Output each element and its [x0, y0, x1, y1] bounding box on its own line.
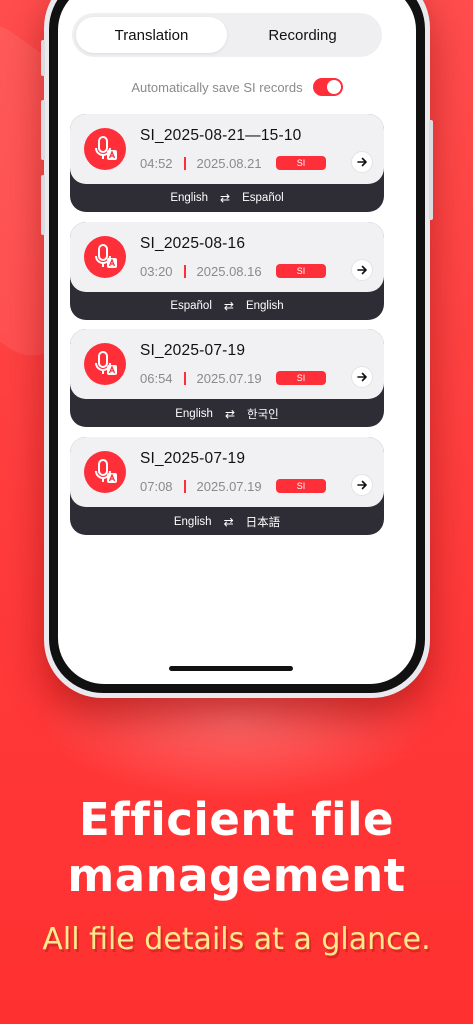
record-duration: 06:54 [140, 371, 173, 386]
record-date: 2025.07.19 [196, 478, 262, 494]
meta-separator [183, 479, 186, 493]
mic-translate-icon [84, 450, 126, 493]
target-language: 日本語 [245, 516, 281, 529]
record-meta: 07:08 2025.07.19 [140, 479, 262, 494]
record-card[interactable]: SI_2025-07-19 06:54 2025.07.19 SI Englis… [70, 329, 384, 427]
record-card[interactable]: SI_2025-07-19 07:08 2025.07.19 SI Englis… [70, 436, 384, 535]
source-language: English [170, 192, 209, 204]
language-pair: Español ⇄ English [70, 299, 384, 313]
mic-translate-icon [84, 235, 126, 278]
side-button [429, 120, 433, 220]
autosave-label: Automatically save SI records [131, 79, 303, 95]
si-badge: SI [276, 371, 326, 385]
record-title: SI_2025-08-16 [140, 234, 246, 252]
record-duration: 07:08 [140, 478, 173, 494]
headline-line-1: Efficient file [78, 793, 395, 846]
segmented-tabs: Translation Recording [72, 13, 382, 57]
record-title: SI_2025-07-19 [140, 449, 246, 467]
swap-arrows-icon: ⇄ [223, 514, 234, 529]
record-card-header: SI_2025-07-19 07:08 2025.07.19 SI [70, 436, 384, 507]
record-card-header: SI_2025-08-21—15-10 04:52 2025.08.21 SI [70, 114, 384, 184]
source-language: Español [170, 299, 212, 312]
arrow-right-icon[interactable] [351, 258, 373, 281]
record-meta: 04:52 2025.08.21 [140, 156, 262, 171]
record-list: SI_2025-08-21—15-10 04:52 2025.08.21 SI … [70, 114, 384, 544]
target-language: 한국인 [247, 409, 279, 421]
autosave-row: Automatically save SI records [58, 77, 416, 97]
autosave-toggle[interactable] [312, 78, 343, 96]
record-card[interactable]: SI_2025-08-21—15-10 04:52 2025.08.21 SI … [70, 114, 384, 212]
si-badge: SI [276, 478, 326, 493]
source-language: English [173, 515, 212, 528]
headline: Efficient file management [0, 792, 473, 904]
record-duration: 03:20 [140, 263, 173, 279]
source-language: English [175, 408, 213, 420]
record-title: SI_2025-08-21—15-10 [140, 127, 302, 144]
record-title: SI_2025-07-19 [140, 342, 246, 359]
si-badge: SI [276, 263, 326, 278]
tab-translation[interactable]: Translation [76, 17, 227, 53]
swap-arrows-icon: ⇄ [220, 191, 231, 205]
record-card[interactable]: SI_2025-08-16 03:20 2025.08.16 SI Españo… [70, 221, 384, 320]
tab-recording[interactable]: Recording [227, 17, 378, 53]
record-date: 2025.08.16 [196, 263, 262, 279]
target-language: English [245, 299, 284, 312]
record-card-header: SI_2025-08-16 03:20 2025.08.16 SI [70, 221, 384, 292]
si-badge: SI [276, 156, 326, 170]
record-duration: 04:52 [140, 156, 173, 171]
meta-separator [183, 157, 186, 170]
record-date: 2025.07.19 [196, 371, 262, 386]
subheadline: All file details at a glance. [42, 922, 431, 957]
side-button [41, 40, 45, 76]
side-button [41, 175, 45, 235]
phone-screen: Translation Recording Automatically save… [58, 0, 416, 684]
mic-translate-icon [84, 343, 126, 385]
meta-separator [183, 372, 186, 385]
record-date: 2025.08.21 [196, 156, 262, 171]
arrow-right-icon[interactable] [351, 473, 373, 496]
record-card-header: SI_2025-07-19 06:54 2025.07.19 SI [70, 329, 384, 399]
record-meta: 03:20 2025.08.16 [140, 264, 262, 279]
mic-translate-icon [84, 128, 126, 170]
meta-separator [183, 264, 186, 278]
language-pair: English ⇄ Español [70, 191, 384, 205]
record-meta: 06:54 2025.07.19 [140, 371, 262, 386]
swap-arrows-icon: ⇄ [224, 407, 236, 421]
headline-line-2: management [67, 849, 406, 902]
phone-bezel: Translation Recording Automatically save… [49, 0, 425, 693]
phone-frame: Translation Recording Automatically save… [41, 0, 433, 698]
arrow-right-icon[interactable] [351, 151, 373, 173]
side-button [41, 100, 45, 160]
swap-arrows-icon: ⇄ [223, 298, 234, 313]
arrow-right-icon[interactable] [351, 366, 373, 388]
target-language: Español [242, 192, 284, 204]
language-pair: English ⇄ 日本語 [70, 514, 384, 530]
language-pair: English ⇄ 한국인 [70, 406, 384, 422]
home-indicator[interactable] [169, 666, 293, 671]
